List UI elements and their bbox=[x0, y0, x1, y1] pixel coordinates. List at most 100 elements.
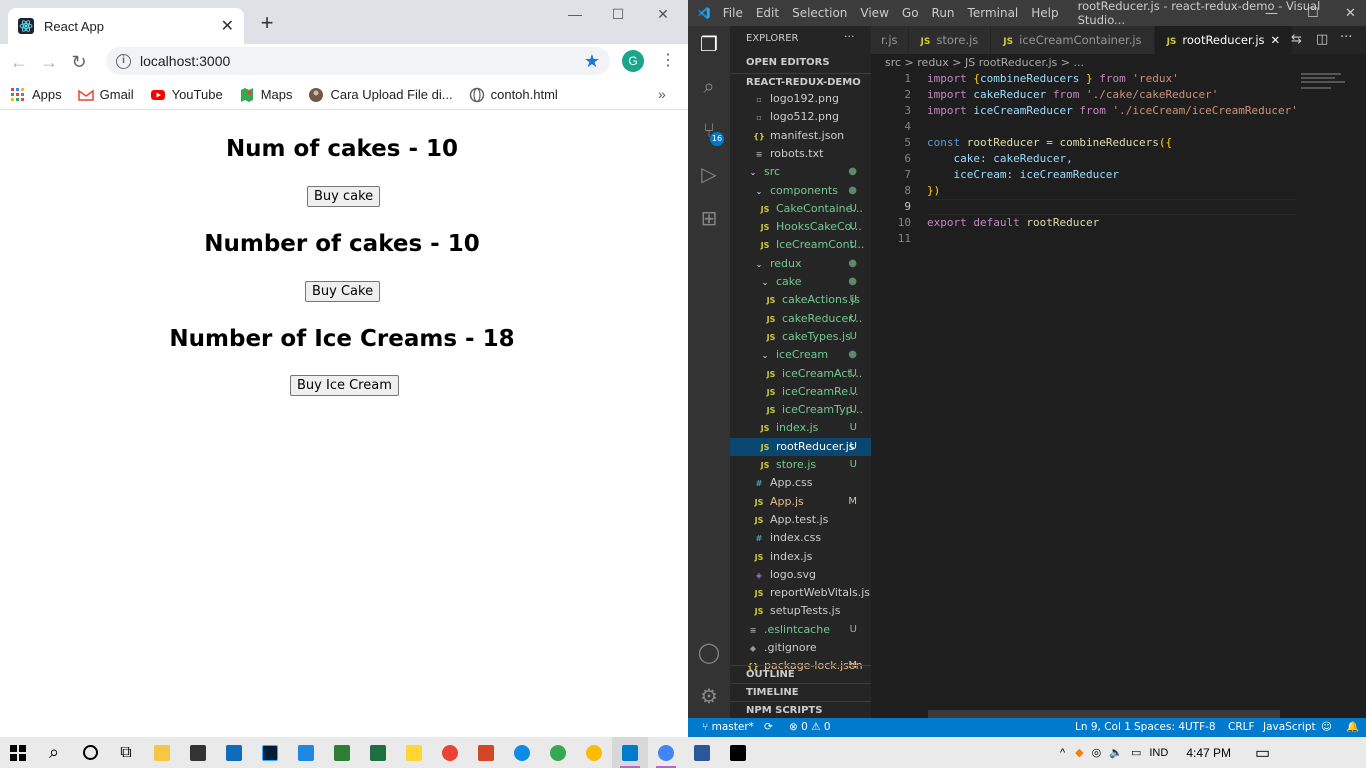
tab-close-icon[interactable]: ✕ bbox=[221, 16, 234, 36]
minimize-icon[interactable]: — bbox=[560, 6, 590, 26]
horizontal-scrollbar[interactable] bbox=[928, 710, 1280, 718]
tree-item[interactable]: JS store.js U bbox=[730, 456, 871, 474]
split-editor-icon[interactable]: ◫ bbox=[1316, 32, 1328, 47]
excel-icon[interactable] bbox=[360, 737, 396, 768]
vscode-minimize-icon[interactable]: — bbox=[1265, 6, 1278, 21]
search-icon[interactable]: ⌕ bbox=[36, 737, 72, 768]
browser-tab[interactable]: React App ✕ bbox=[8, 8, 244, 44]
powerpoint-icon[interactable] bbox=[468, 737, 504, 768]
sticky-notes-icon[interactable] bbox=[396, 737, 432, 768]
chrome-profile-icon[interactable] bbox=[540, 737, 576, 768]
tree-item[interactable]: ▫ logo512.png bbox=[730, 108, 871, 126]
vscode-close-icon[interactable]: ✕ bbox=[1345, 6, 1356, 21]
profile-avatar[interactable]: G bbox=[622, 50, 644, 72]
search-icon[interactable]: ⌕ bbox=[697, 74, 721, 98]
tree-item[interactable]: ⌄ components ● bbox=[730, 182, 871, 200]
bookmark-apps[interactable]: Apps bbox=[10, 87, 62, 103]
buy-cake-button[interactable]: Buy cake bbox=[307, 186, 381, 207]
feedback-icon[interactable]: ☺ bbox=[1321, 718, 1332, 737]
tree-item[interactable]: ◆ .gitignore bbox=[730, 639, 871, 657]
compare-icon[interactable]: ⇆ bbox=[1291, 32, 1302, 47]
menu-edit[interactable]: Edit bbox=[756, 6, 779, 20]
open-editors-section[interactable]: OPEN EDITORS bbox=[730, 54, 871, 72]
tree-item[interactable]: ⌄ iceCream ● bbox=[730, 346, 871, 364]
tree-item[interactable]: ≡ robots.txt bbox=[730, 145, 871, 163]
tree-item[interactable]: JS cakeActions.js U bbox=[730, 291, 871, 309]
reload-icon[interactable]: ↻ bbox=[64, 52, 94, 73]
editor-more-icon[interactable]: ··· bbox=[1340, 30, 1352, 45]
tree-item[interactable]: JS iceCreamRe... U bbox=[730, 383, 871, 401]
tree-item[interactable]: JS App.js M bbox=[730, 493, 871, 511]
explorer-more-icon[interactable]: ··· bbox=[844, 30, 855, 43]
tab-close-icon[interactable]: ✕ bbox=[1271, 33, 1281, 47]
back-icon[interactable]: ← bbox=[4, 52, 34, 73]
npm-scripts-section[interactable]: NPM SCRIPTS bbox=[730, 701, 871, 718]
problems-count[interactable]: ⊗ 0 ⚠ 0 bbox=[789, 718, 831, 737]
settings-gear-icon[interactable]: ⚙ bbox=[697, 684, 721, 708]
menu-view[interactable]: View bbox=[860, 6, 888, 20]
input-language[interactable]: IND bbox=[1149, 747, 1168, 759]
menu-file[interactable]: File bbox=[723, 6, 743, 20]
encoding[interactable]: UTF-8 bbox=[1185, 718, 1216, 737]
maximize-icon[interactable]: ☐ bbox=[603, 6, 633, 26]
tree-item[interactable]: JS index.js bbox=[730, 548, 871, 566]
language-mode[interactable]: JavaScript bbox=[1263, 718, 1316, 737]
chrome-menu-icon[interactable]: ⋮ bbox=[660, 50, 676, 72]
run-debug-icon[interactable]: ▷ bbox=[697, 162, 721, 186]
tree-item[interactable]: JS reportWebVitals.js bbox=[730, 584, 871, 602]
tree-item[interactable]: ≡ .eslintcache U bbox=[730, 621, 871, 639]
chrome-profile2-icon[interactable] bbox=[576, 737, 612, 768]
tree-item[interactable]: {} manifest.json bbox=[730, 127, 871, 145]
extensions-icon[interactable]: ⊞ bbox=[697, 206, 721, 230]
action-center-icon[interactable]: ▭ bbox=[1255, 743, 1270, 763]
tree-item[interactable]: ▫ logo192.png bbox=[730, 90, 871, 108]
clock[interactable]: 4:47 PM bbox=[1186, 746, 1231, 760]
menu-terminal[interactable]: Terminal bbox=[968, 6, 1019, 20]
tree-item[interactable]: ⌄ redux ● bbox=[730, 255, 871, 273]
hooks-buy-cake-button[interactable]: Buy Cake bbox=[305, 281, 381, 302]
tree-item[interactable]: JS HooksCakeCo... U bbox=[730, 218, 871, 236]
new-tab-icon[interactable]: + bbox=[256, 12, 278, 34]
game-icon[interactable] bbox=[324, 737, 360, 768]
chrome-icon[interactable] bbox=[432, 737, 468, 768]
cortana-icon[interactable] bbox=[72, 737, 108, 768]
tab-rootreducer-js[interactable]: JS rootReducer.js ✕ bbox=[1154, 26, 1294, 54]
minimap[interactable] bbox=[1301, 71, 1361, 111]
bookmark-contoh[interactable]: contoh.html bbox=[469, 87, 558, 103]
vscode-maximize-icon[interactable]: ☐ bbox=[1307, 6, 1319, 21]
window-close-icon[interactable]: ✕ bbox=[648, 6, 678, 26]
bookmark-maps[interactable]: Maps bbox=[239, 87, 292, 103]
show-hidden-icon[interactable]: ^ bbox=[1060, 747, 1065, 759]
vscode-taskbar-icon[interactable] bbox=[612, 737, 648, 768]
tree-item[interactable]: JS IceCreamCont... U bbox=[730, 236, 871, 254]
timeline-section[interactable]: TIMELINE bbox=[730, 683, 871, 701]
explorer-icon[interactable]: ❐ bbox=[697, 32, 721, 56]
tree-item[interactable]: # index.css bbox=[730, 529, 871, 547]
menu-help[interactable]: Help bbox=[1031, 6, 1058, 20]
bookmark-cara-upload[interactable]: Cara Upload File di... bbox=[308, 87, 453, 103]
menu-go[interactable]: Go bbox=[902, 6, 919, 20]
store-icon[interactable] bbox=[180, 737, 216, 768]
bookmark-youtube[interactable]: YouTube bbox=[150, 87, 223, 103]
network-icon[interactable]: ◎ bbox=[1092, 746, 1102, 759]
bookmark-gmail[interactable]: Gmail bbox=[77, 87, 134, 103]
menu-run[interactable]: Run bbox=[932, 6, 955, 20]
notifications-icon[interactable]: 🔔 bbox=[1346, 718, 1359, 737]
chrome-active-icon[interactable] bbox=[648, 737, 684, 768]
buy-ice-cream-button[interactable]: Buy Ice Cream bbox=[290, 375, 399, 396]
app-tray-icon[interactable]: ◆ bbox=[1075, 746, 1083, 759]
tree-item[interactable]: ◈ logo.svg bbox=[730, 566, 871, 584]
tree-item[interactable]: JS App.test.js bbox=[730, 511, 871, 529]
edge-icon[interactable] bbox=[504, 737, 540, 768]
battery-icon[interactable]: ▭ bbox=[1131, 746, 1141, 759]
menu-selection[interactable]: Selection bbox=[792, 6, 847, 20]
task-view-icon[interactable]: ⧉ bbox=[108, 737, 144, 768]
cursor-position[interactable]: Ln 9, Col 1 bbox=[1075, 718, 1131, 737]
tree-item[interactable]: # App.css bbox=[730, 474, 871, 492]
breadcrumb[interactable]: src > redux > JS rootReducer.js > ... bbox=[871, 54, 1366, 72]
calculator-icon[interactable] bbox=[288, 737, 324, 768]
tree-item[interactable]: JS rootReducer.js U bbox=[730, 437, 871, 456]
tree-item[interactable]: JS iceCreamTyp... U bbox=[730, 401, 871, 419]
site-info-icon[interactable]: i bbox=[116, 53, 131, 69]
photoshop-icon[interactable] bbox=[252, 737, 288, 768]
